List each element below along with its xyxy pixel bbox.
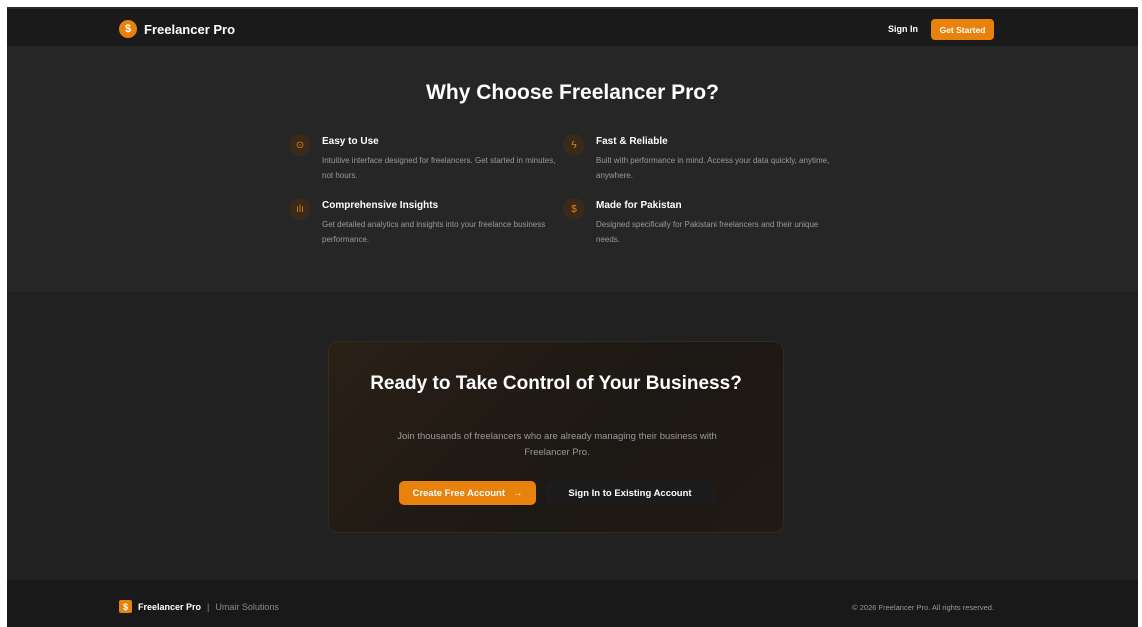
features-title: Why Choose Freelancer Pro? xyxy=(426,81,719,104)
bar-chart-icon: ılı xyxy=(289,198,311,220)
footer: $ Freelancer Pro | Umair Solutions © 202… xyxy=(7,580,1138,627)
cta-description: Join thousands of freelancers who are al… xyxy=(397,431,717,458)
brand-name: Freelancer Pro xyxy=(144,21,236,37)
feature-title: Easy to Use xyxy=(322,136,379,147)
feature-description: Intuitive interface designed for freelan… xyxy=(322,156,556,180)
feature-title: Comprehensive Insights xyxy=(322,200,439,211)
footer-brand-name: Freelancer Pro xyxy=(138,601,202,612)
create-button-label: Create Free Account xyxy=(412,487,506,499)
brand[interactable]: $ Freelancer Pro xyxy=(119,20,235,38)
dollar-icon: $ xyxy=(563,198,585,220)
get-started-button[interactable]: Get Started xyxy=(931,19,994,40)
top-nav: $ Freelancer Pro Sign In Get Started xyxy=(7,7,1138,46)
page: $ Freelancer Pro Sign In Get Started Why… xyxy=(7,7,1138,627)
cta-card: Ready to Take Control of Your Business? … xyxy=(328,341,784,533)
cta-section: Ready to Take Control of Your Business? … xyxy=(7,292,1138,580)
feature-description: Built with performance in mind. Access y… xyxy=(596,156,830,180)
feature-description: Get detailed analytics and insights into… xyxy=(322,220,546,244)
lightning-icon: ϟ xyxy=(563,134,585,156)
check-circle-icon: ⊙ xyxy=(289,134,311,156)
features-section: Why Choose Freelancer Pro? ⊙ Easy to Use… xyxy=(7,46,1138,292)
copyright: © 2026 Freelancer Pro. All rights reserv… xyxy=(852,603,994,612)
arrow-right-icon: → xyxy=(513,487,523,499)
cta-title: Ready to Take Control of Your Business? xyxy=(370,373,742,394)
dollar-logo-icon: $ xyxy=(119,600,132,613)
feature-description: Designed specifically for Pakistani free… xyxy=(596,220,819,244)
sign-in-link[interactable]: Sign In xyxy=(888,24,918,34)
footer-separator: | xyxy=(207,601,210,612)
feature-title: Fast & Reliable xyxy=(596,136,668,147)
sign-in-existing-account-button[interactable]: Sign In to Existing Account xyxy=(545,481,715,505)
create-free-account-button[interactable]: Create Free Account → xyxy=(399,481,536,505)
dollar-logo-icon: $ xyxy=(119,20,137,38)
footer-brand: $ Freelancer Pro | Umair Solutions xyxy=(119,600,279,613)
feature-title: Made for Pakistan xyxy=(596,200,682,211)
footer-company: Umair Solutions xyxy=(215,601,279,612)
